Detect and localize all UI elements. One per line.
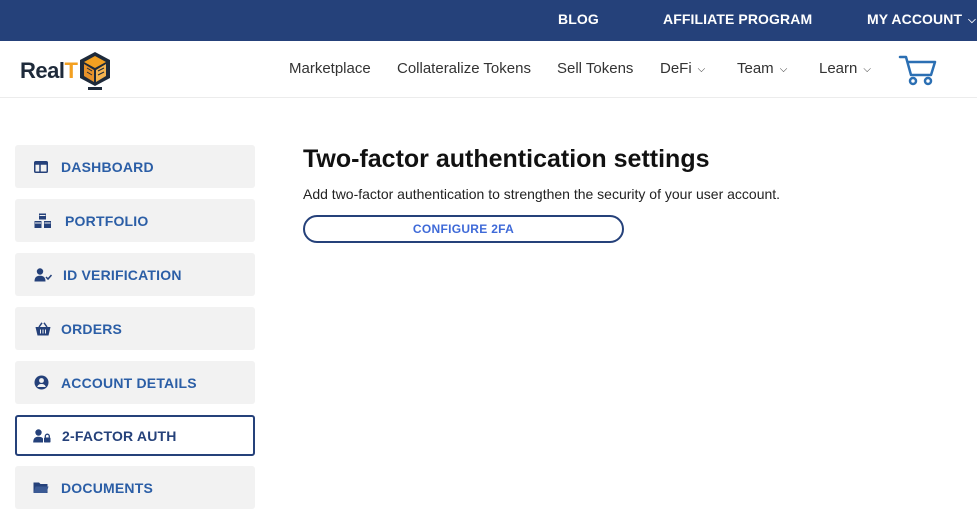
sidebar-item-2-factor-auth[interactable]: 2-FACTOR AUTH [15, 415, 255, 456]
folder-icon [31, 480, 51, 496]
logo-cube-icon [80, 51, 111, 90]
sidebar-item-label: PORTFOLIO [65, 212, 149, 229]
sidebar-item-label: DASHBOARD [61, 158, 154, 175]
cart-icon[interactable] [898, 53, 938, 87]
nav-collateralize-tokens[interactable]: Collateralize Tokens [397, 60, 531, 77]
realt-logo[interactable]: RealT [20, 48, 112, 93]
dashboard-icon [31, 159, 51, 175]
nav-learn[interactable]: Learn ⌵ [819, 60, 871, 77]
sidebar-item-label: ORDERS [61, 320, 123, 337]
sidebar-item-id-verification[interactable]: ID VERIFICATION [15, 253, 255, 296]
sidebar-item-account-details[interactable]: ACCOUNT DETAILS [15, 361, 255, 404]
affiliate-program-link[interactable]: AFFILIATE PROGRAM [663, 11, 812, 27]
basket-icon [33, 321, 53, 337]
user-check-icon [33, 267, 53, 283]
nav-team[interactable]: Team ⌵ [737, 60, 787, 77]
chevron-down-icon: ⌵ [968, 15, 976, 26]
chevron-down-icon: ⌵ [697, 64, 706, 75]
my-account-menu[interactable]: MY ACCOUNT ⌵ [867, 11, 976, 27]
nav-marketplace[interactable]: Marketplace [289, 60, 371, 77]
sidebar-item-label: 2-FACTOR AUTH [62, 427, 177, 444]
sidebar-item-label: DOCUMENTS [61, 479, 154, 496]
chevron-down-icon: ⌵ [779, 64, 788, 75]
user-circle-icon [31, 375, 51, 391]
main-navbar: RealT Marketplace Collateralize Tokens S… [0, 41, 977, 98]
top-bar: BLOG AFFILIATE PROGRAM MY ACCOUNT ⌵ [0, 0, 977, 41]
blog-link[interactable]: BLOG [558, 11, 599, 27]
sidebar-item-dashboard[interactable]: DASHBOARD [15, 145, 255, 188]
sidebar-item-portfolio[interactable]: PORTFOLIO [15, 199, 255, 242]
cubes-icon [33, 213, 53, 229]
configure-2fa-button[interactable]: CONFIGURE 2FA [303, 215, 624, 243]
nav-learn-label: Learn [819, 60, 858, 77]
logo-text: RealT [20, 57, 78, 83]
sidebar-item-documents[interactable]: DOCUMENTS [15, 466, 255, 509]
sidebar-item-orders[interactable]: ORDERS [15, 307, 255, 350]
my-account-label: MY ACCOUNT [867, 11, 963, 27]
page-description: Add two-factor authentication to strengt… [303, 186, 781, 202]
sidebar-item-label: ID VERIFICATION [63, 266, 182, 283]
chevron-down-icon: ⌵ [863, 64, 871, 75]
nav-team-label: Team [737, 60, 774, 77]
user-lock-icon [32, 428, 52, 444]
nav-sell-tokens[interactable]: Sell Tokens [557, 60, 633, 77]
sidebar-item-label: ACCOUNT DETAILS [61, 374, 197, 391]
nav-defi-label: DeFi [660, 60, 692, 77]
nav-defi[interactable]: DeFi ⌵ [660, 60, 705, 77]
page-title: Two-factor authentication settings [303, 145, 710, 173]
